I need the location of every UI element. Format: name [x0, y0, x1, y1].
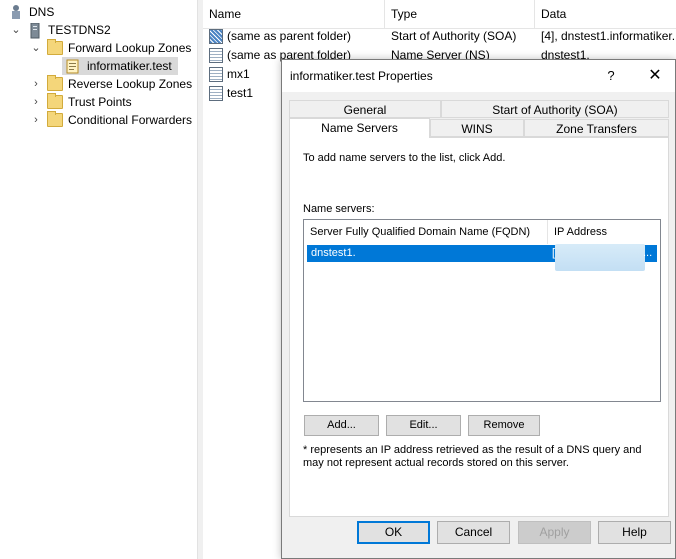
folder-open-icon — [47, 39, 63, 55]
tab-soa[interactable]: Start of Authority (SOA) — [441, 100, 669, 118]
edit-button[interactable]: Edit... — [386, 415, 461, 436]
apply-button: Apply — [518, 521, 591, 544]
name-servers-panel: To add name servers to the list, click A… — [289, 137, 669, 517]
add-button[interactable]: Add... — [304, 415, 379, 436]
folder-icon — [47, 93, 63, 109]
record-icon — [209, 67, 223, 82]
ok-button[interactable]: OK — [357, 521, 430, 544]
column-header-type[interactable]: Type — [385, 0, 535, 28]
zone-properties-dialog: informatiker.test Properties ? ✕ General… — [281, 59, 676, 559]
tab-name-servers[interactable]: Name Servers — [289, 118, 430, 138]
tree-label-dns: DNS — [29, 5, 55, 19]
redacted-ip-block — [555, 244, 645, 271]
tree-label-conditional-forwarders: Conditional Forwarders — [68, 113, 193, 127]
record-icon — [209, 48, 223, 63]
dialog-title: informatiker.test Properties — [290, 69, 433, 83]
dialog-titlebar[interactable]: informatiker.test Properties ? ✕ — [282, 60, 675, 92]
record-name: mx1 — [227, 67, 250, 81]
tab-wins[interactable]: WINS — [430, 119, 524, 137]
note-text: * represents an IP address retrieved as … — [303, 444, 642, 469]
chevron-down-icon[interactable]: ⌄ — [30, 39, 42, 57]
dns-icon — [10, 4, 22, 19]
tree-label-server: TESTDNS2 — [48, 23, 111, 37]
record-name: test1 — [227, 86, 254, 100]
zone-file-icon — [66, 59, 80, 74]
name-servers-list[interactable]: Server Fully Qualified Domain Name (FQDN… — [303, 219, 661, 402]
name-server-row[interactable]: dnstest1. [ ... — [307, 244, 657, 271]
soa-record-icon — [209, 29, 223, 44]
column-header-fqdn[interactable]: Server Fully Qualified Domain Name (FQDN… — [304, 220, 548, 244]
column-header-name[interactable]: Name — [203, 0, 385, 28]
list-header: Name Type Data — [203, 0, 676, 29]
tree-label-reverse-zones: Reverse Lookup Zones — [68, 77, 193, 91]
record-type: Start of Authority (SOA) — [391, 29, 517, 43]
help-button[interactable]: Help — [598, 521, 671, 544]
cancel-button[interactable]: Cancel — [437, 521, 510, 544]
chevron-right-icon[interactable]: › — [30, 75, 42, 93]
name-servers-label: Name servers: — [303, 203, 375, 215]
tree-label-zone: informatiker.test — [87, 59, 172, 73]
record-icon — [209, 86, 223, 101]
close-icon[interactable]: ✕ — [634, 60, 676, 92]
chevron-down-icon[interactable]: ⌄ — [10, 21, 22, 39]
column-header-data[interactable]: Data — [535, 0, 676, 28]
column-header-ip[interactable]: IP Address — [548, 220, 660, 244]
folder-icon — [47, 75, 63, 91]
remove-button[interactable]: Remove — [468, 415, 540, 436]
chevron-right-icon[interactable]: › — [30, 111, 42, 129]
chevron-right-icon[interactable]: › — [30, 93, 42, 111]
record-data: [4], dnstest1.informatiker. — [541, 29, 676, 43]
folder-icon — [47, 111, 63, 127]
tree-label-forward-zones: Forward Lookup Zones — [68, 41, 192, 55]
help-icon[interactable]: ? — [590, 60, 632, 92]
record-name: (same as parent folder) — [227, 29, 352, 43]
tree-label-trust-points: Trust Points — [68, 95, 132, 109]
tab-zone-transfers[interactable]: Zone Transfers — [524, 119, 669, 137]
tab-general[interactable]: General — [289, 100, 441, 118]
record-row[interactable]: (same as parent folder) Start of Authori… — [203, 27, 676, 46]
console-tree: DNS ⌄ TESTDNS2 ⌄ Forward Lookup Zones in… — [0, 0, 198, 559]
tree-node-zone-informatiker[interactable]: informatiker.test — [62, 57, 178, 75]
server-icon — [30, 22, 40, 39]
instruction-text: To add name servers to the list, click A… — [303, 152, 506, 164]
ns-ip-suffix: ... — [643, 247, 653, 259]
ns-fqdn: dnstest1. — [311, 247, 356, 259]
